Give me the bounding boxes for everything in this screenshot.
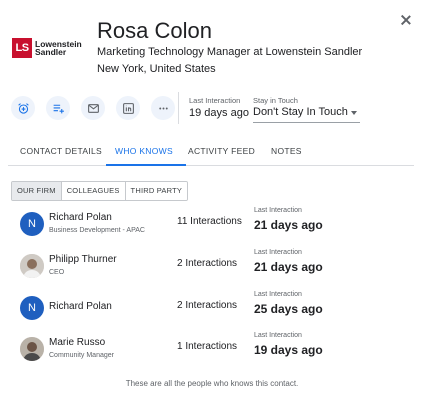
action-bar [11,96,175,120]
playlist-add-icon [53,104,64,113]
stay-in-touch-value: Don't Stay In Touch [253,106,348,118]
tab-contact-details[interactable]: CONTACT DETAILS [20,146,102,156]
alarm-clock-add-icon [17,102,29,114]
filter-our-firm[interactable]: OUR FIRM [12,182,62,200]
last-interaction-label: Last Interaction [254,332,302,339]
last-interaction-label: Last Interaction [254,291,302,298]
last-interaction-value: 21 days ago [254,218,323,232]
vertical-divider [178,92,179,124]
interaction-count: 11 Interactions [177,216,242,227]
tab-who-knows[interactable]: WHO KNOWS [115,146,173,156]
last-interaction-label: Last Interaction [189,96,241,105]
avatar [20,337,44,361]
close-icon[interactable] [398,12,414,28]
contact-name: Rosa Colon [97,18,212,43]
last-interaction-label: Last Interaction [254,207,302,214]
filter-third-party[interactable]: THIRD PARTY [125,182,188,200]
email-button[interactable] [81,96,105,120]
person-photo-icon [20,337,44,361]
company-logo-mark: LS [12,38,32,58]
interaction-count: 1 Interactions [177,341,238,352]
contact-location: New York, United States [97,63,216,75]
list-item[interactable]: N Richard Polan Business Development - A… [0,207,424,252]
avatar: N [20,212,44,236]
add-reminder-button[interactable] [11,96,35,120]
list-item[interactable]: N Richard Polan 2 Interactions Last Inte… [0,291,424,336]
relationship-filter: OUR FIRM COLLEAGUES THIRD PARTY [11,181,189,201]
avatar: N [20,296,44,320]
stay-in-touch-select[interactable]: Don't Stay In Touch [253,105,360,123]
list-footer-note: These are all the people who knows this … [125,379,299,388]
list-item[interactable]: Marie Russo Community Manager 1 Interact… [0,332,424,377]
contact-title: Marketing Technology Manager at Lowenste… [97,46,363,58]
person-name: Richard Polan [49,212,112,223]
person-subtitle: Community Manager [49,352,114,359]
company-logo-text: Lowenstein Sandler [35,40,82,57]
linkedin-button[interactable] [116,96,140,120]
more-horizontal-icon [158,107,168,109]
tab-notes[interactable]: NOTES [271,146,302,156]
last-interaction-value: 21 days ago [254,260,323,274]
avatar [20,254,44,278]
company-logo-line2: Sandler [35,47,67,57]
person-name: Richard Polan [49,301,112,312]
linkedin-icon [122,102,134,114]
person-name: Marie Russo [49,337,106,348]
filter-colleagues[interactable]: COLLEAGUES [61,182,126,200]
chevron-down-icon [351,111,357,115]
last-interaction-label: Last Interaction [254,249,302,256]
active-tab-indicator [106,164,186,166]
tab-bar: CONTACT DETAILS WHO KNOWS ACTIVITY FEED … [8,138,414,166]
last-interaction-value: 19 days ago [254,343,323,357]
add-to-list-button[interactable] [46,96,70,120]
last-interaction-value: 19 days ago [189,107,249,119]
stay-in-touch-label: Stay in Touch [253,96,298,105]
company-logo: LS Lowenstein Sandler [12,38,82,58]
tab-activity-feed[interactable]: ACTIVITY FEED [188,146,255,156]
more-options-button[interactable] [151,96,175,120]
interaction-count: 2 Interactions [177,300,238,311]
person-subtitle: Business Development - APAC [49,227,145,234]
person-subtitle: CEO [49,269,65,276]
last-interaction-value: 25 days ago [254,302,323,316]
person-photo-icon [20,254,44,278]
list-item[interactable]: Philipp Thurner CEO 2 Interactions Last … [0,249,424,294]
interaction-count: 2 Interactions [177,258,238,269]
person-name: Philipp Thurner [49,254,117,265]
email-icon [87,103,99,113]
